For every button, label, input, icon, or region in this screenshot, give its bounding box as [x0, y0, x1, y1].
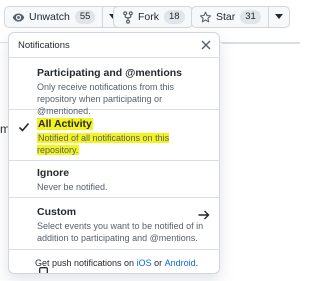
unwatch-label: Unwatch [29, 11, 70, 23]
watch-button-group: Unwatch 55 [4, 6, 125, 28]
push-text-conj: or [151, 258, 165, 268]
fork-button-group: Fork 18 [113, 6, 193, 28]
arrow-right-icon [198, 207, 210, 220]
device-mobile-icon [19, 257, 48, 273]
dropdown-header: Notifications [9, 33, 219, 58]
push-text-suffix: . [195, 258, 199, 268]
option-description: Never be notified. [37, 182, 108, 192]
notifications-dropdown: Notifications Participating and @mention… [8, 32, 220, 274]
repo-action-bar: Unwatch 55 Fork 18 Star 31 [0, 0, 300, 34]
star-button-group: Star 31 [191, 6, 290, 28]
option-title: Participating and @mentions [37, 67, 183, 79]
star-count: 31 [240, 10, 261, 24]
fork-count: 18 [164, 10, 185, 24]
option-ignore[interactable]: Ignore Never be notified. [9, 161, 219, 198]
star-label: Star [216, 11, 236, 23]
eye-icon [12, 11, 25, 24]
unwatch-button[interactable]: Unwatch 55 [4, 6, 104, 28]
ios-link[interactable]: iOS [137, 258, 152, 268]
star-icon [199, 11, 212, 24]
page-divider [222, 43, 300, 44]
push-text-prefix: Get push notifications on [35, 258, 137, 268]
dropdown-title: Notifications [18, 39, 70, 51]
option-description: Select events you want to be notified of… [37, 221, 204, 243]
fork-label: Fork [138, 11, 159, 23]
option-title: Ignore [37, 167, 70, 179]
caret-down-icon [274, 11, 283, 23]
push-notifications-footer: Get push notifications on iOS or Android… [9, 250, 219, 273]
watch-count: 55 [74, 10, 96, 24]
option-title: Custom [37, 206, 77, 218]
option-participating[interactable]: Participating and @mentions Only receive… [9, 58, 219, 116]
option-custom[interactable]: Custom Select events you want to be noti… [9, 198, 219, 250]
android-link[interactable]: Android [165, 258, 196, 268]
option-title: All Activity [37, 118, 93, 130]
repo-page: Unwatch 55 Fork 18 Star 31 m Notificatio… [0, 0, 300, 281]
fork-button[interactable]: Fork 18 [113, 6, 193, 28]
star-button[interactable]: Star 31 [191, 6, 269, 28]
option-description: Notified of all notifications on this re… [37, 133, 170, 155]
option-all-activity[interactable]: All Activity Notified of all notificatio… [9, 110, 219, 161]
repo-forked-icon [121, 10, 134, 24]
star-dropdown-toggle[interactable] [268, 6, 290, 28]
close-icon[interactable] [200, 39, 212, 51]
check-icon [18, 120, 30, 132]
